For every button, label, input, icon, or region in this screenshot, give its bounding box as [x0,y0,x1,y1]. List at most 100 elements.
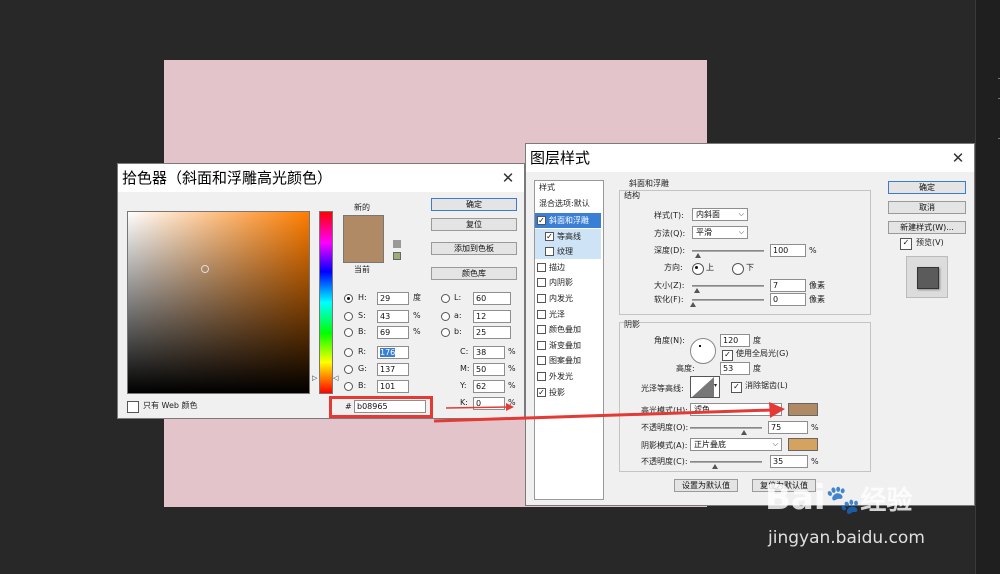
web-colors-only-checkbox[interactable] [127,401,139,413]
reset-button[interactable]: 复位 [431,218,517,231]
effect-item[interactable]: 渐变叠加 [535,338,601,353]
technique-dropdown[interactable]: 平滑 ⌵ [692,226,748,239]
effect-item[interactable]: ✓ 等高线 [535,228,601,244]
effect-checkbox[interactable] [537,340,546,350]
effect-checkbox[interactable] [537,309,546,319]
highlight-color-swatch[interactable] [788,403,818,416]
preview-checkbox[interactable]: ✓ [900,238,912,250]
effect-item[interactable]: 光泽 [535,307,601,322]
effect-checkbox[interactable]: ✓ [545,231,554,241]
cancel-button[interactable]: 取消 [888,201,966,214]
effect-checkbox[interactable] [537,278,546,288]
close-icon[interactable]: ✕ [498,168,518,188]
shadow-mode-dropdown[interactable]: 正片叠底 ⌵ [690,438,782,451]
effect-item[interactable]: 颜色叠加 [535,322,601,337]
c-field[interactable]: 38 [473,346,505,359]
annotation-arrows [433,402,785,423]
effect-label: 光泽 [549,309,565,319]
effect-checkbox[interactable] [537,294,546,303]
soften-field[interactable]: 0 [770,293,806,306]
effect-label: 等高线 [557,231,581,241]
depth-slider[interactable] [692,250,764,258]
web-colors-only-label: 只有 Web 颜色 [143,401,198,410]
opacity2-unit: % [811,457,819,466]
style-value: 内斜面 [696,210,720,219]
m-label: M: [460,364,470,373]
technique-label: 方法(Q): [654,229,686,238]
a-field[interactable]: 12 [473,310,511,323]
direction-up-radio[interactable] [692,263,704,275]
slider-thumb[interactable] [694,288,700,293]
effect-checkbox[interactable] [537,325,546,335]
g-field[interactable]: 137 [377,363,409,376]
effect-checkbox[interactable]: ✓ [537,216,546,225]
rgb-b-field[interactable]: 101 [377,380,409,393]
slider-thumb[interactable] [690,302,696,307]
shadow-mode-value: 正片叠底 [694,440,726,449]
slider-thumb[interactable] [712,464,718,469]
altitude-field[interactable]: 53 [720,362,750,375]
size-slider[interactable] [692,285,764,293]
new-style-button[interactable]: 新建样式(W)... [888,221,966,234]
h-radio[interactable] [344,294,353,303]
slider-thumb[interactable] [695,253,701,258]
shadow-opacity-field[interactable]: 35 [770,455,808,468]
layer-style-dialog: 图层样式 ✕ 样式 混合选项:默认 ✓ 斜面和浮雕 ✓ 等高线 纹理 描边 内阴影 内发光 光泽… [525,143,975,506]
s-field[interactable]: 43 [377,310,409,323]
saturation-brightness-field[interactable] [127,211,310,394]
s-radio[interactable] [344,312,353,321]
ok-button[interactable]: 确定 [431,198,517,211]
shadow-opacity-slider[interactable] [690,461,762,469]
g-radio[interactable] [344,365,353,374]
chevron-down-icon: ▾ [714,382,718,389]
color-cursor[interactable] [201,265,209,273]
web-safe-swatch-icon[interactable] [393,252,401,260]
effect-item[interactable]: 描边 [535,260,601,275]
rgb-b-radio[interactable] [344,382,353,391]
style-dropdown[interactable]: 内斜面 ⌵ [692,208,748,221]
hue-slider-left-handle-icon[interactable]: ▷ [312,374,317,382]
m-field[interactable]: 50 [473,363,505,376]
add-to-swatches-button[interactable]: 添加到色板 [431,242,517,255]
b-radio[interactable] [344,328,353,337]
cube-icon[interactable] [393,240,401,248]
effect-item[interactable]: 纹理 [535,244,601,260]
close-icon[interactable]: ✕ [948,148,968,168]
size-field[interactable]: 7 [770,279,806,292]
global-light-checkbox[interactable]: ✓ [722,350,733,361]
hue-slider[interactable] [319,211,333,394]
effect-item[interactable]: 内发光 [535,291,601,306]
depth-field[interactable]: 100 [770,244,806,257]
soften-slider[interactable] [690,299,764,307]
effect-item[interactable]: 图案叠加 [535,353,601,368]
b-field[interactable]: 69 [377,326,409,339]
ok-button[interactable]: 确定 [888,181,966,194]
make-default-button[interactable]: 设置为默认值 [674,479,738,492]
direction-label: 方向: [664,263,683,272]
effect-label: 渐变叠加 [549,340,581,350]
blend-default-item[interactable]: 混合选项:默认 [539,198,590,210]
r-field[interactable]: 176 [377,346,409,359]
effect-item[interactable]: 外发光 [535,369,601,384]
l-radio[interactable] [441,294,450,303]
effect-checkbox[interactable] [537,356,546,366]
current-color-label: 当前 [354,265,370,274]
effect-checkbox[interactable] [537,372,546,381]
angle-field[interactable]: 120 [720,334,750,347]
lab-b-field[interactable]: 25 [473,326,511,339]
r-radio[interactable] [344,348,353,357]
lab-b-radio[interactable] [441,328,450,337]
angle-dial[interactable] [690,338,716,364]
a-radio[interactable] [441,312,450,321]
l-field[interactable]: 60 [473,292,511,305]
direction-down-radio[interactable] [732,263,744,275]
color-libraries-button[interactable]: 颜色库 [431,267,517,280]
effect-item[interactable]: ✓ 斜面和浮雕 [535,213,601,228]
watermark-brand2: 经验 [860,486,913,516]
h-field[interactable]: 29 [377,292,409,305]
effect-item[interactable]: 内阴影 [535,275,601,290]
effect-checkbox[interactable] [537,262,546,272]
shadow-color-swatch[interactable] [788,438,818,451]
effect-checkbox[interactable] [545,247,554,257]
hue-slider-right-handle-icon[interactable]: ◁ [333,374,338,382]
